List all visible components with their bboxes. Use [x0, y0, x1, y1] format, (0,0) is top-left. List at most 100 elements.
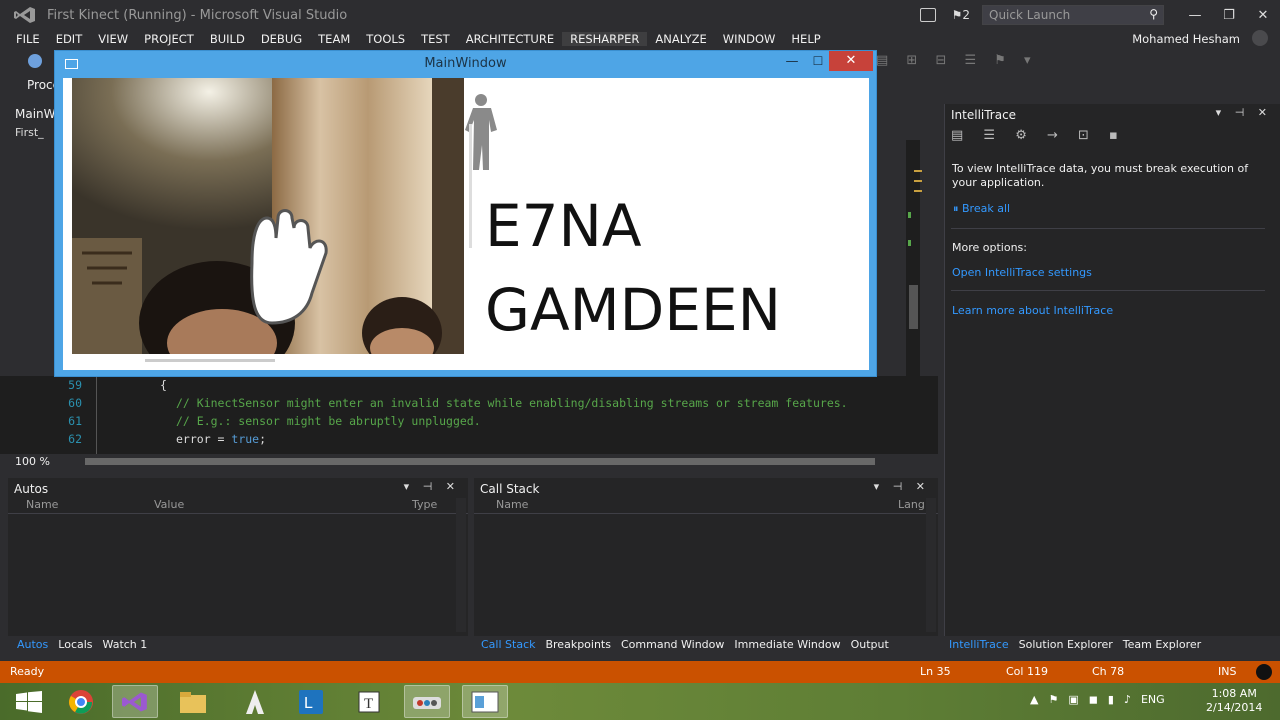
break-all-link[interactable]: ⏸ Break all: [953, 202, 1010, 216]
flag-icon: ⚑: [951, 8, 963, 22]
tab-command-window[interactable]: Command Window: [616, 638, 729, 654]
menu-team[interactable]: TEAM: [310, 32, 358, 46]
document-tab[interactable]: MainWi: [15, 107, 59, 121]
main-window-close-button[interactable]: ✕: [829, 51, 873, 71]
menu-project[interactable]: PROJECT: [136, 32, 202, 46]
column-headers: Name Lang: [474, 498, 938, 514]
main-window-app-icon[interactable]: [462, 685, 508, 718]
column-header[interactable]: Name: [26, 498, 58, 511]
column-header[interactable]: Type: [412, 498, 437, 511]
feedback-flag-count[interactable]: ⚑2: [952, 8, 970, 22]
headline-line-1: E7NA: [485, 192, 642, 260]
kinect-icon: [413, 696, 441, 709]
panel-controls[interactable]: ▾ ⊣ ✕: [874, 480, 930, 493]
menu-debug[interactable]: DEBUG: [253, 32, 310, 46]
file-explorer-app-icon[interactable]: [170, 685, 216, 718]
network-monitor-icon[interactable]: ▣: [1068, 693, 1078, 706]
open-settings-link[interactable]: Open IntelliTrace settings: [952, 266, 1092, 279]
game-app-icon[interactable]: [232, 685, 278, 718]
main-window-maximize-button[interactable]: ☐: [809, 54, 827, 68]
chrome-app-icon[interactable]: [58, 685, 104, 718]
title-bar: First Kinect (Running) - Microsoft Visua…: [0, 0, 1280, 30]
search-icon: ⚲: [1149, 7, 1158, 21]
menu-edit[interactable]: EDIT: [48, 32, 91, 46]
tab-team-explorer[interactable]: Team Explorer: [1118, 638, 1206, 654]
avatar[interactable]: [1252, 30, 1268, 46]
status-line: Ln 35: [920, 665, 951, 678]
vertical-scrollbar[interactable]: [456, 498, 466, 632]
vertical-scrollbar[interactable]: [926, 498, 936, 632]
column-headers: Name Value Type: [8, 498, 468, 514]
main-window-title: MainWindow: [424, 56, 507, 71]
kinect-app-icon[interactable]: [404, 685, 450, 718]
panel-controls[interactable]: ▾ ⊣ ✕: [404, 480, 460, 493]
tab-watch-1[interactable]: Watch 1: [98, 638, 153, 654]
code-editor[interactable]: 59 { 60 // KinectSensor might enter an i…: [0, 376, 938, 454]
svg-text:T: T: [364, 696, 373, 712]
menu-architecture[interactable]: ARCHITECTURE: [458, 32, 562, 46]
user-name[interactable]: Mohamed Hesham: [1132, 32, 1240, 46]
menu-file[interactable]: FILE: [0, 32, 48, 46]
toolbar-icons[interactable]: ▤ ⊞ ⊟ ☰ ⚑ ▾: [876, 53, 1038, 68]
menu-help[interactable]: HELP: [783, 32, 828, 46]
navigate-back-icon[interactable]: [28, 54, 42, 68]
menu-build[interactable]: BUILD: [202, 32, 253, 46]
assassin-creed-icon: [246, 689, 264, 714]
editor-footer: 100 %: [0, 454, 938, 468]
language-indicator[interactable]: ENG: [1141, 693, 1165, 706]
column-header[interactable]: Lang: [898, 498, 925, 511]
tab-immediate-window[interactable]: Immediate Window: [729, 638, 845, 654]
column-header[interactable]: Name: [496, 498, 528, 511]
visual-studio-app-icon[interactable]: [112, 685, 158, 718]
zoom-level[interactable]: 100 %: [15, 455, 50, 468]
separator: [951, 228, 1265, 229]
navigation-dropdown[interactable]: First_: [15, 126, 44, 139]
right-tab-strip: IntelliTrace Solution Explorer Team Expl…: [944, 638, 1206, 654]
menu-test[interactable]: TEST: [413, 32, 458, 46]
tab-intellitrace[interactable]: IntelliTrace: [944, 638, 1014, 654]
main-window-minimize-button[interactable]: —: [783, 54, 801, 69]
typing-app-icon[interactable]: T: [346, 685, 392, 718]
menu-analyze[interactable]: ANALYZE: [647, 32, 714, 46]
autos-tab-strip: Autos Locals Watch 1: [12, 638, 152, 654]
panel-header: Call Stack ▾ ⊣ ✕: [474, 478, 938, 498]
close-button[interactable]: ✕: [1246, 8, 1280, 23]
notification-icon[interactable]: [919, 8, 936, 22]
app-window-icon: [471, 691, 499, 712]
wifi-icon[interactable]: ▮: [1108, 693, 1114, 706]
code-text: error =: [176, 432, 232, 446]
intellitrace-toolbar[interactable]: ▤ ☰ ⚙ → ⊡ ▪: [951, 128, 1126, 143]
panel-controls[interactable]: ▾ ⊣ ✕: [1216, 106, 1272, 119]
lync-app-icon[interactable]: L: [288, 685, 334, 718]
pause-icon: ⏸: [953, 202, 959, 215]
code-comment: // KinectSensor might enter an invalid s…: [176, 396, 848, 410]
menu-view[interactable]: VIEW: [90, 32, 136, 46]
main-window[interactable]: MainWindow — ☐ ✕ E7NA GAMDEEN: [54, 50, 877, 377]
menu-window[interactable]: WINDOW: [715, 32, 784, 46]
clock[interactable]: 1:08 AM 2/14/2014: [1206, 687, 1262, 715]
tab-solution-explorer[interactable]: Solution Explorer: [1014, 638, 1118, 654]
restore-button[interactable]: ❐: [1212, 8, 1246, 23]
learn-more-link[interactable]: Learn more about IntelliTrace: [952, 304, 1113, 317]
tab-output[interactable]: Output: [846, 638, 894, 654]
tab-locals[interactable]: Locals: [53, 638, 97, 654]
menu-tools[interactable]: TOOLS: [358, 32, 413, 46]
tab-call-stack[interactable]: Call Stack: [476, 638, 540, 654]
quick-launch-placeholder: Quick Launch: [989, 8, 1071, 22]
tab-breakpoints[interactable]: Breakpoints: [540, 638, 616, 654]
tab-autos[interactable]: Autos: [12, 638, 53, 654]
main-window-titlebar[interactable]: MainWindow — ☐ ✕: [55, 51, 876, 77]
menu-resharper[interactable]: RESHARPER: [562, 32, 648, 46]
flag-icon[interactable]: ⚑: [1048, 693, 1058, 706]
taskbar: L T ▲ ⚑ ▣ ◼ ▮ ♪ ENG 1:08 AM 2/14/2014: [0, 683, 1280, 720]
minimize-button[interactable]: —: [1178, 8, 1212, 23]
window-title: First Kinect (Running) - Microsoft Visua…: [47, 8, 348, 23]
show-hidden-icons[interactable]: ▲: [1030, 693, 1038, 706]
nvidia-icon[interactable]: ◼: [1089, 693, 1098, 706]
column-header[interactable]: Value: [154, 498, 184, 511]
horizontal-scrollbar[interactable]: [85, 458, 875, 465]
windows-start-icon[interactable]: [16, 691, 42, 713]
quick-launch-input[interactable]: Quick Launch ⚲: [982, 5, 1164, 25]
volume-icon[interactable]: ♪: [1124, 693, 1131, 706]
scroll-thumb[interactable]: [909, 285, 918, 329]
